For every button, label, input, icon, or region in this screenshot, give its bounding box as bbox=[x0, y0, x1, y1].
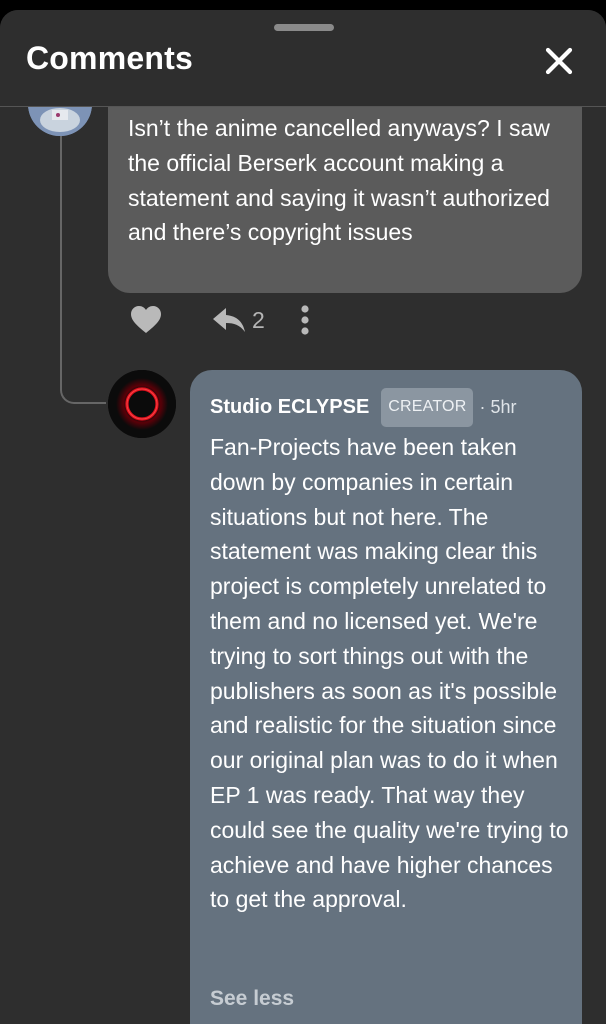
status-bar-strip bbox=[0, 0, 606, 10]
close-icon bbox=[545, 47, 573, 75]
creator-avatar[interactable] bbox=[108, 370, 176, 438]
see-less-link[interactable]: See less bbox=[210, 982, 294, 1017]
drag-handle[interactable] bbox=[274, 24, 334, 31]
comment-meta: Studio ECLYPSE CREATOR · 5hr bbox=[210, 388, 516, 427]
like-button[interactable] bbox=[128, 302, 164, 338]
comments-sheet: Isn’t the anime cancelled anyways? I saw… bbox=[0, 10, 606, 1024]
creator-badge: CREATOR bbox=[381, 388, 474, 427]
thread-connector-line bbox=[60, 106, 106, 404]
author-name[interactable]: Studio ECLYPSE bbox=[210, 390, 369, 425]
comment-actions: 2 bbox=[128, 300, 317, 340]
reply-count: 2 bbox=[252, 306, 265, 333]
comment-bubble: Isn’t the anime cancelled anyways? I saw… bbox=[108, 96, 582, 293]
timestamp: · 5hr bbox=[479, 397, 517, 417]
sheet-header: Comments bbox=[0, 10, 606, 107]
page-title: Comments bbox=[26, 40, 193, 76]
comment-text: Isn’t the anime cancelled anyways? I saw… bbox=[128, 115, 550, 246]
reply-icon bbox=[213, 308, 245, 332]
comment-text: Fan-Projects have been taken down by com… bbox=[210, 434, 569, 913]
reply-button[interactable]: 2 bbox=[212, 306, 265, 334]
red-ring-logo-icon bbox=[108, 370, 176, 438]
more-vertical-icon bbox=[301, 305, 309, 335]
heart-icon bbox=[131, 306, 161, 333]
close-button[interactable] bbox=[536, 38, 582, 84]
more-options-button[interactable] bbox=[293, 302, 317, 338]
creator-reply-bubble: Studio ECLYPSE CREATOR · 5hr Fan-Project… bbox=[190, 370, 582, 1024]
